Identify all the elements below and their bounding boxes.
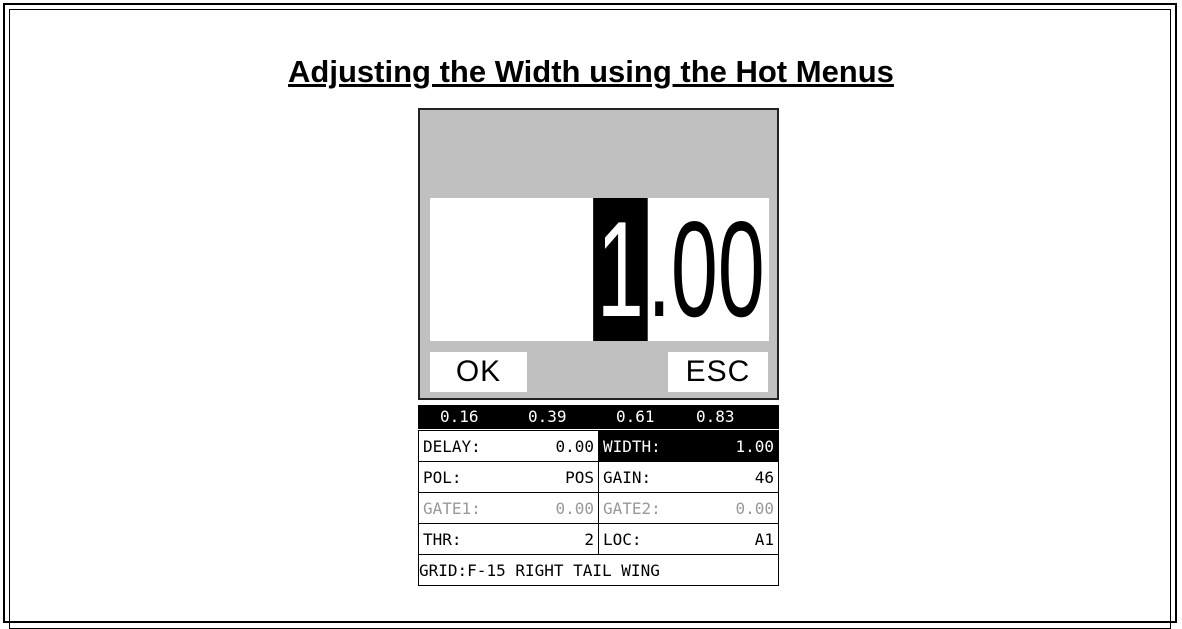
param-label: WIDTH:	[603, 436, 661, 456]
page-title: Adjusting the Width using the Hot Menus	[288, 54, 894, 89]
param-label: DELAY:	[423, 436, 481, 456]
param-value: 1.00	[735, 436, 774, 456]
grid-label: GRID:	[419, 560, 468, 580]
edit-screen: 1.00 OK ESC	[418, 108, 779, 400]
param-row: GATE1: 0.00 GATE2: 0.00	[418, 492, 779, 524]
esc-button[interactable]: ESC	[668, 352, 768, 392]
scale-bar: 0.16 0.39 0.61 0.83	[418, 405, 779, 429]
param-value: 2	[584, 529, 594, 549]
param-cell-gate2: GATE2: 0.00	[598, 492, 779, 524]
width-value: 1.00	[593, 198, 765, 341]
scale-tick-label: 0.16	[440, 407, 479, 426]
param-value: A1	[754, 529, 774, 549]
ok-button[interactable]: OK	[430, 352, 527, 392]
param-value: 0.00	[735, 498, 774, 518]
hot-menu-table: DELAY: 0.00 WIDTH: 1.00 POL: POS GAIN: 46 GATE1:…	[418, 430, 779, 586]
param-label: LOC:	[603, 529, 642, 549]
value-editor[interactable]: 1.00	[430, 198, 769, 341]
param-cell-pol[interactable]: POL: POS	[418, 461, 599, 493]
scale-tick-label: 0.39	[528, 407, 567, 426]
param-cell-thr[interactable]: THR: 2	[418, 523, 599, 555]
param-label: POL:	[423, 467, 462, 487]
grid-cell[interactable]: GRID:F-15 RIGHT TAIL WING	[418, 554, 779, 586]
param-cell-delay[interactable]: DELAY: 0.00	[418, 430, 599, 462]
scale-tick-label: 0.61	[616, 407, 655, 426]
scale-tick-label: 0.83	[696, 407, 735, 426]
param-row: POL: POS GAIN: 46	[418, 461, 779, 493]
param-value: POS	[565, 467, 594, 487]
param-row: THR: 2 LOC: A1	[418, 523, 779, 555]
param-value: 0.00	[555, 436, 594, 456]
selected-digit[interactable]: 1	[593, 198, 648, 341]
param-label: GATE2:	[603, 498, 661, 518]
param-label: GATE1:	[423, 498, 481, 518]
param-cell-gain[interactable]: GAIN: 46	[598, 461, 779, 493]
param-label: GAIN:	[603, 467, 652, 487]
param-value: 46	[754, 467, 774, 487]
param-cell-loc[interactable]: LOC: A1	[598, 523, 779, 555]
param-cell-gate1: GATE1: 0.00	[418, 492, 599, 524]
param-row: DELAY: 0.00 WIDTH: 1.00	[418, 430, 779, 462]
param-cell-width[interactable]: WIDTH: 1.00	[598, 430, 779, 462]
device-display: 1.00 OK ESC 0.16 0.39 0.61 0.83 DELAY: 0.…	[418, 108, 780, 603]
grid-value: F-15 RIGHT TAIL WING	[467, 560, 660, 580]
value-remainder: .00	[647, 193, 765, 345]
param-label: THR:	[423, 529, 462, 549]
param-value: 0.00	[555, 498, 594, 518]
